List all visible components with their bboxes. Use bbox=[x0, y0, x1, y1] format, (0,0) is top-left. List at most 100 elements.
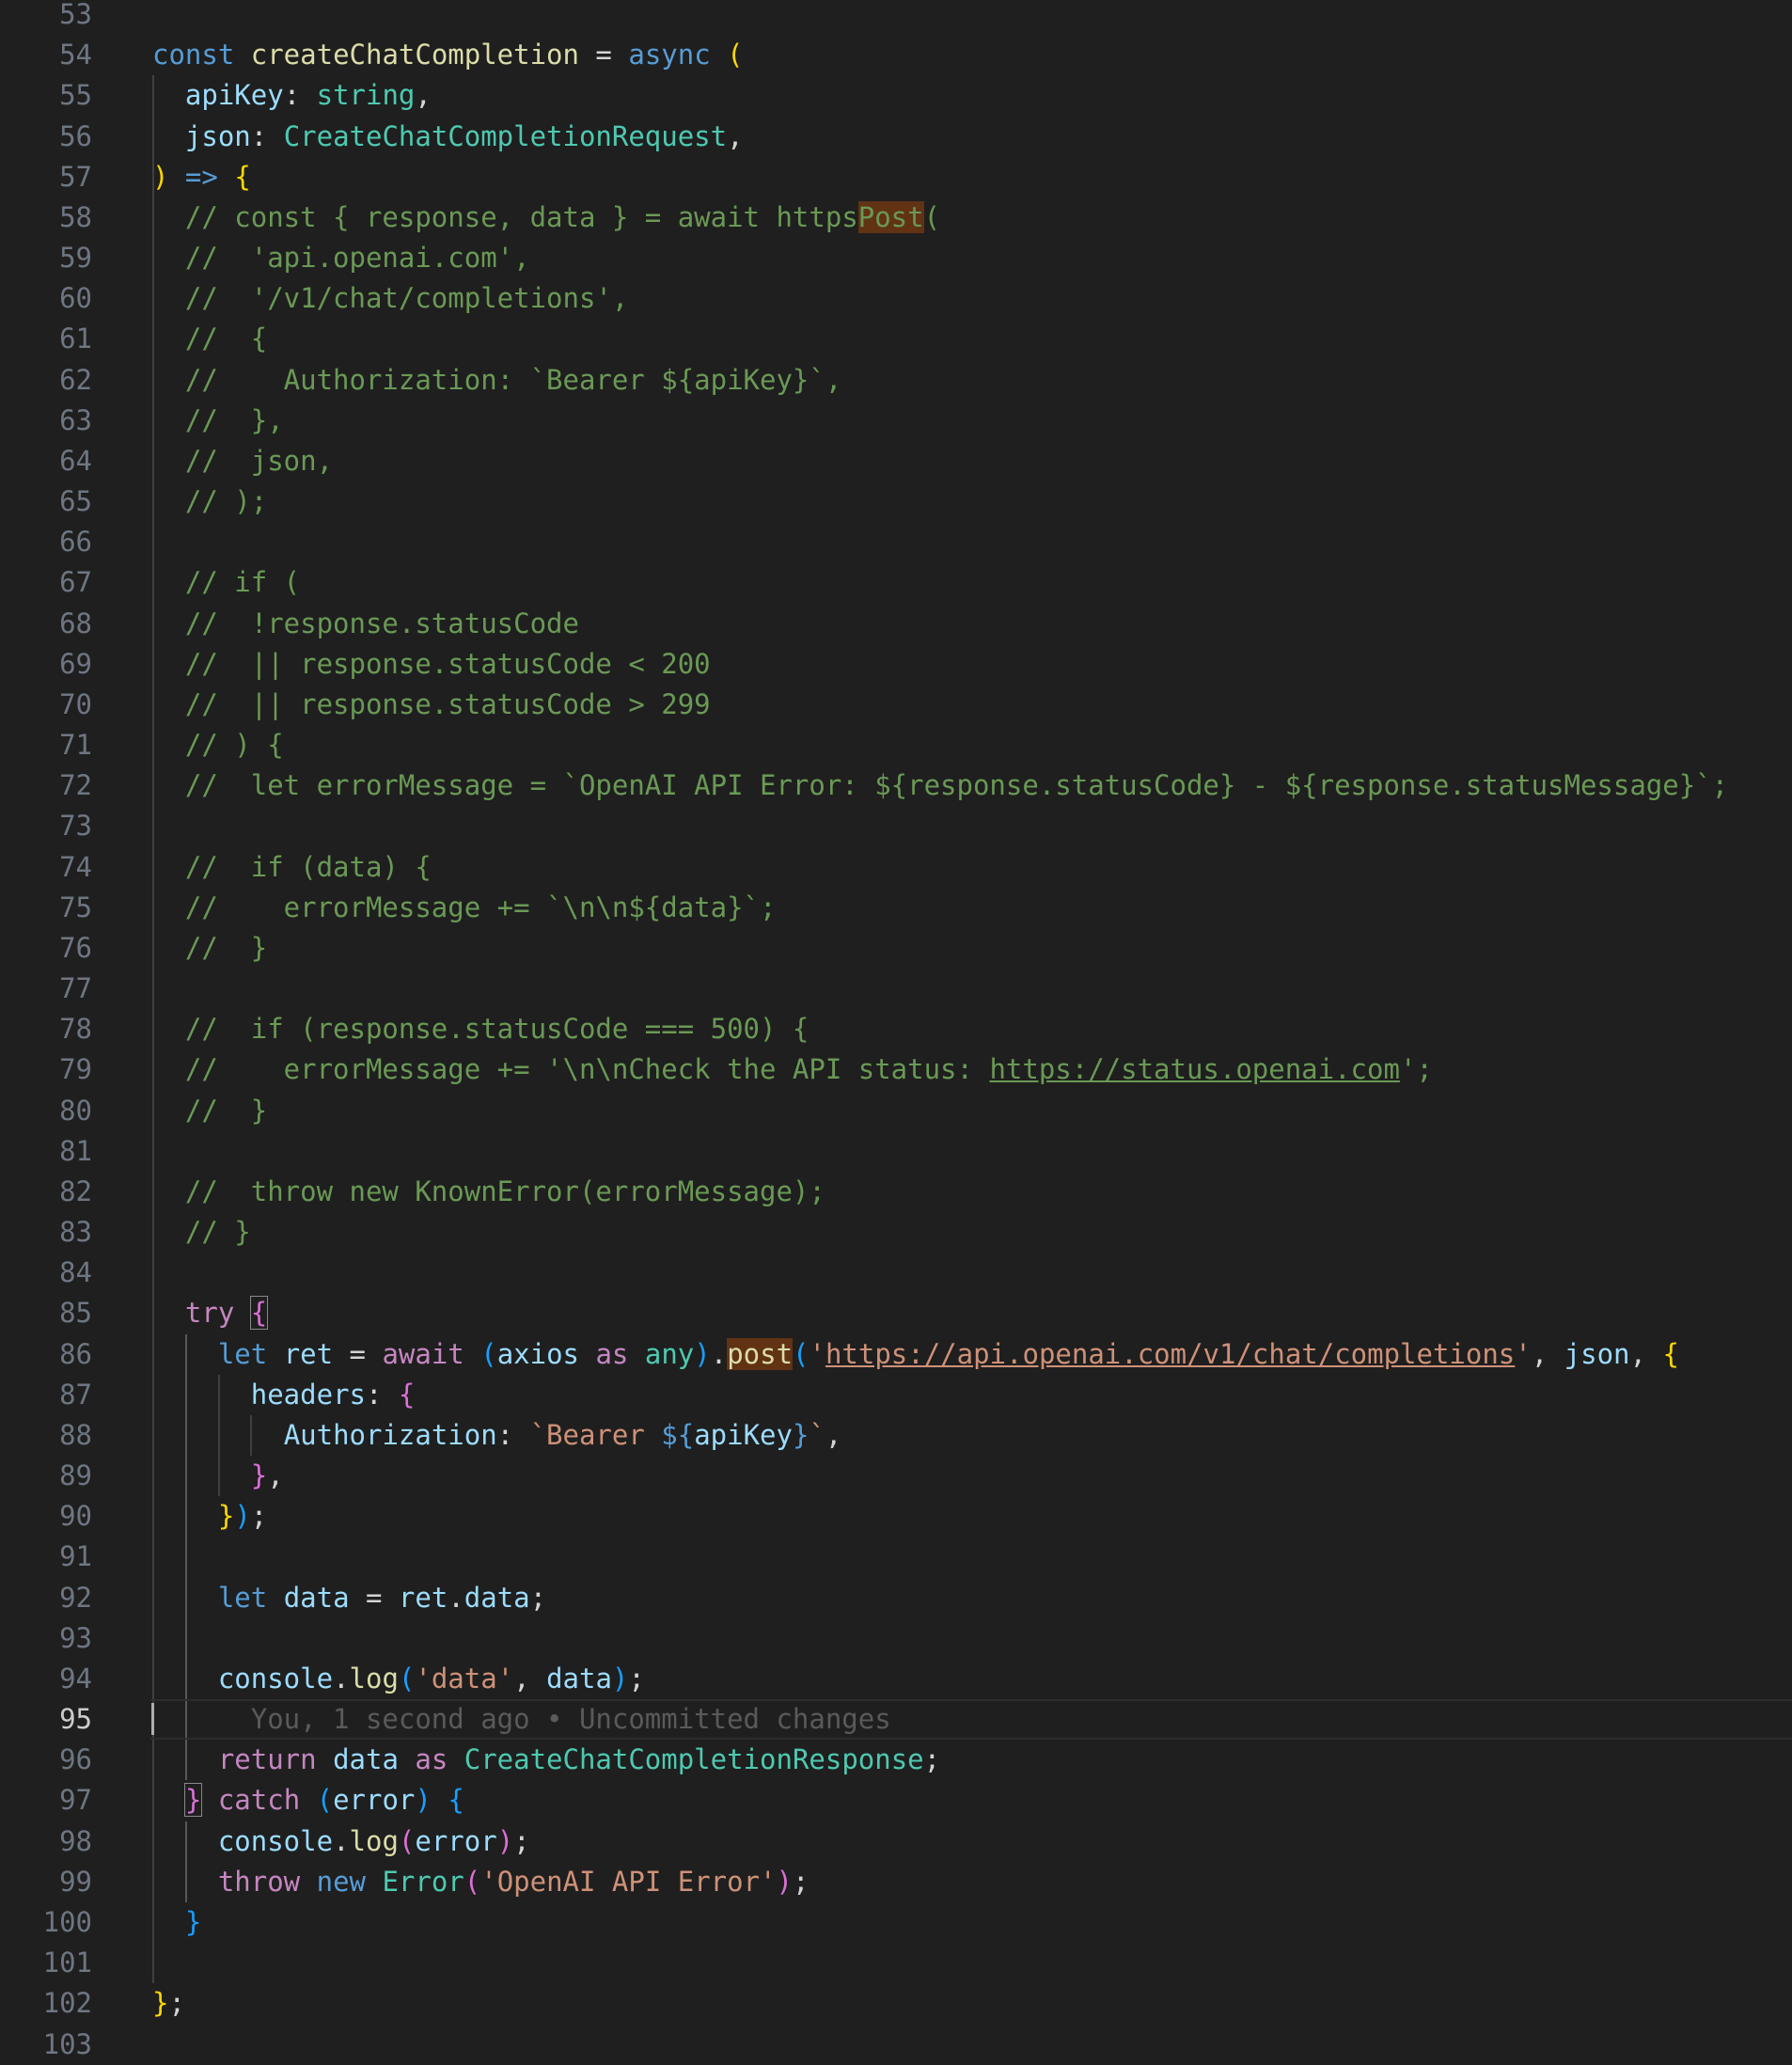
code-token: try bbox=[184, 1297, 251, 1330]
code-token: as bbox=[398, 1743, 464, 1776]
code-line[interactable]: 75 // errorMessage += `\n\n${data}`; bbox=[0, 888, 1792, 928]
line-code: Authorization: `Bearer ${apiKey}`, bbox=[152, 1415, 842, 1456]
code-line[interactable]: 91 bbox=[0, 1537, 1792, 1577]
code-line[interactable]: 79 // errorMessage += '\n\nCheck the API… bbox=[0, 1049, 1792, 1090]
code-line[interactable]: 80 // } bbox=[0, 1091, 1792, 1131]
line-number: 93 bbox=[59, 1621, 92, 1654]
code-token: // throw new KnownError(errorMessage); bbox=[152, 1174, 825, 1207]
code-line[interactable]: 65 // ); bbox=[0, 481, 1792, 522]
code-line[interactable]: 56 json: CreateChatCompletionRequest, bbox=[0, 117, 1792, 157]
code-token: { bbox=[448, 1784, 464, 1817]
code-line[interactable]: 57) => { bbox=[0, 157, 1792, 197]
code-token: as bbox=[579, 1337, 645, 1370]
code-line[interactable]: 83 // } bbox=[0, 1212, 1792, 1253]
code-line[interactable]: 86 let ret = await (axios as any).post('… bbox=[0, 1334, 1792, 1375]
code-line[interactable]: 61 // { bbox=[0, 319, 1792, 359]
code-token: ( bbox=[398, 1824, 416, 1857]
code-line[interactable]: 96 return data as CreateChatCompletionRe… bbox=[0, 1740, 1792, 1780]
code-line[interactable]: 95 You, 1 second ago • Uncommitted chang… bbox=[0, 1699, 1792, 1741]
code-token: { bbox=[1662, 1337, 1679, 1370]
code-token: // || response.statusCode < 200 bbox=[152, 647, 711, 680]
code-line[interactable]: 60 // '/v1/chat/completions', bbox=[0, 278, 1792, 319]
code-token: string bbox=[316, 79, 416, 112]
code-line[interactable]: 53 bbox=[0, 0, 1792, 35]
code-token[interactable]: https://api.openai.com/v1/chat/completio… bbox=[825, 1338, 1515, 1370]
line-number: 96 bbox=[59, 1743, 92, 1776]
line-code: throw new Error('OpenAI API Error'); bbox=[152, 1862, 810, 1902]
code-line[interactable]: 63 // }, bbox=[0, 401, 1792, 441]
line-number: 55 bbox=[59, 79, 92, 112]
code-line[interactable]: 78 // if (response.statusCode === 500) { bbox=[0, 1009, 1792, 1049]
code-line[interactable]: 102}; bbox=[0, 1983, 1792, 2024]
code-line[interactable]: 64 // json, bbox=[0, 441, 1792, 481]
line-number: 59 bbox=[59, 242, 92, 275]
code-line[interactable]: 98 console.log(error); bbox=[0, 1821, 1792, 1862]
code-line[interactable]: 81 bbox=[0, 1131, 1792, 1172]
code-token: // } bbox=[152, 1094, 268, 1127]
code-token: // || response.statusCode > 299 bbox=[152, 687, 711, 720]
code-token: console bbox=[217, 1824, 334, 1857]
code-line[interactable]: 101 bbox=[0, 1943, 1792, 1983]
code-line[interactable]: 73 bbox=[0, 806, 1792, 846]
code-line[interactable]: 88 Authorization: `Bearer ${apiKey}`, bbox=[0, 1415, 1792, 1456]
code-line[interactable]: 103 bbox=[0, 2025, 1792, 2065]
line-number: 99 bbox=[59, 1865, 92, 1898]
code-token: ${ bbox=[661, 1418, 695, 1451]
code-line[interactable]: 58 // const { response, data } = await h… bbox=[0, 197, 1792, 238]
code-line[interactable]: 99 throw new Error('OpenAI API Error'); bbox=[0, 1862, 1792, 1902]
code-line[interactable]: 92 let data = ret.data; bbox=[0, 1578, 1792, 1618]
code-token: ' bbox=[809, 1337, 825, 1370]
code-line[interactable]: 82 // throw new KnownError(errorMessage)… bbox=[0, 1172, 1792, 1212]
line-number: 102 bbox=[42, 1987, 92, 2020]
code-token: : bbox=[365, 1378, 399, 1411]
code-line[interactable]: 69 // || response.statusCode < 200 bbox=[0, 644, 1792, 685]
line-number: 61 bbox=[59, 323, 92, 355]
code-token: data bbox=[546, 1662, 612, 1695]
code-line[interactable]: 93 bbox=[0, 1618, 1792, 1659]
code-line[interactable]: 87 headers: { bbox=[0, 1375, 1792, 1415]
code-line[interactable]: 70 // || response.statusCode > 299 bbox=[0, 685, 1792, 725]
code-line[interactable]: 77 bbox=[0, 969, 1792, 1009]
code-line[interactable]: 100 } bbox=[0, 1902, 1792, 1943]
code-token: any bbox=[644, 1337, 695, 1370]
code-editor[interactable]: 53 54 const createChatCompletion = async (… bbox=[0, 0, 1792, 2060]
code-line[interactable]: 55 apiKey: string, bbox=[0, 75, 1792, 116]
line-code: You, 1 second ago • Uncommitted changes bbox=[152, 1699, 891, 1740]
code-line[interactable]: 94 console.log('data', data); bbox=[0, 1659, 1792, 1699]
code-token: ( bbox=[727, 39, 744, 71]
line-number: 63 bbox=[59, 403, 92, 436]
code-line[interactable]: 84 bbox=[0, 1253, 1792, 1293]
code-line[interactable]: 59 // 'api.openai.com', bbox=[0, 238, 1792, 278]
line-code: // } bbox=[152, 1091, 267, 1131]
line-code: // errorMessage += '\n\nCheck the API st… bbox=[152, 1049, 1433, 1090]
code-line[interactable]: 72 // let errorMessage = `OpenAI API Err… bbox=[0, 765, 1792, 806]
code-line[interactable]: 74 // if (data) { bbox=[0, 847, 1792, 888]
code-line[interactable]: 66 bbox=[0, 522, 1792, 562]
code-token: ) bbox=[611, 1662, 629, 1695]
code-line[interactable]: 62 // Authorization: `Bearer ${apiKey}`, bbox=[0, 360, 1792, 401]
code-token: ) bbox=[152, 160, 169, 193]
code-line[interactable]: 90 }); bbox=[0, 1496, 1792, 1537]
code-line[interactable]: 68 // !response.statusCode bbox=[0, 604, 1792, 644]
code-line[interactable]: 85 try { bbox=[0, 1293, 1792, 1333]
code-line[interactable]: 89 }, bbox=[0, 1456, 1792, 1496]
line-code: } catch (error) { bbox=[152, 1780, 464, 1821]
code-line[interactable]: 67 // if ( bbox=[0, 562, 1792, 603]
code-line[interactable]: 76 // } bbox=[0, 928, 1792, 969]
line-number: 103 bbox=[42, 2027, 92, 2060]
code-token: new bbox=[316, 1865, 383, 1898]
code-token[interactable]: https://status.openai.com bbox=[989, 1053, 1400, 1085]
code-line[interactable]: 71 // ) { bbox=[0, 725, 1792, 765]
code-line[interactable]: 97 } catch (error) { bbox=[0, 1780, 1792, 1821]
line-number: 53 bbox=[59, 0, 92, 30]
line-code: json: CreateChatCompletionRequest, bbox=[152, 117, 744, 157]
code-token: json bbox=[1564, 1337, 1630, 1370]
code-token: data bbox=[464, 1581, 530, 1614]
code-line[interactable]: 54 const createChatCompletion = async ( bbox=[0, 35, 1792, 75]
line-number: 87 bbox=[59, 1378, 92, 1411]
